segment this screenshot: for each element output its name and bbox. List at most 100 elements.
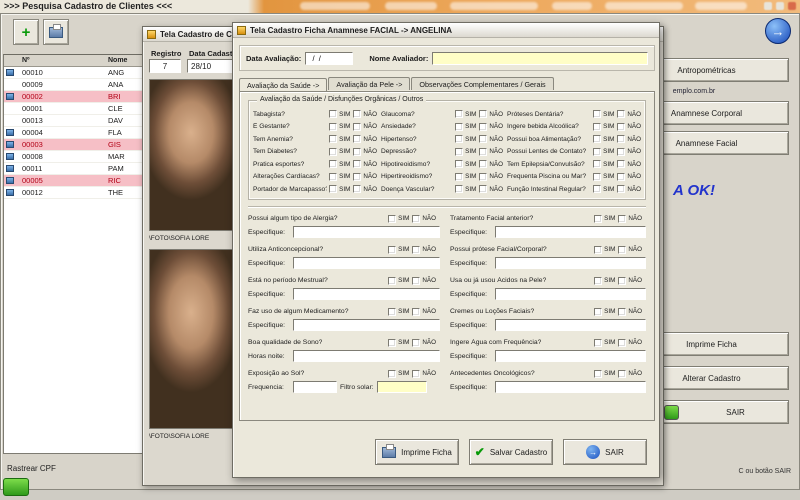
sim-checkbox[interactable] xyxy=(455,185,463,193)
sim-option: SIM xyxy=(455,135,476,143)
tab-2[interactable]: Avaliação da Pele -> xyxy=(328,77,410,90)
nao-checkbox[interactable] xyxy=(412,370,420,378)
sim-label: SIM xyxy=(339,148,350,155)
nao-checkbox[interactable] xyxy=(479,148,487,156)
field-input[interactable] xyxy=(293,319,440,331)
imprime-ficha-dialog-button[interactable]: Imprime Ficha xyxy=(375,439,459,465)
nao-checkbox[interactable] xyxy=(617,123,625,131)
sim-checkbox[interactable] xyxy=(388,215,396,223)
nao-checkbox[interactable] xyxy=(412,215,420,223)
sim-checkbox[interactable] xyxy=(594,246,602,254)
print-list-button[interactable] xyxy=(43,19,69,45)
sim-checkbox[interactable] xyxy=(594,308,602,316)
nao-checkbox[interactable] xyxy=(618,246,626,254)
nao-checkbox[interactable] xyxy=(618,308,626,316)
sim-checkbox[interactable] xyxy=(593,123,601,131)
nao-checkbox[interactable] xyxy=(479,110,487,118)
nao-checkbox[interactable] xyxy=(479,135,487,143)
sair-app-button[interactable]: SAIR xyxy=(657,400,789,424)
sair-dialog-button[interactable]: → SAIR xyxy=(563,439,647,465)
nao-checkbox[interactable] xyxy=(617,173,625,181)
nao-checkbox[interactable] xyxy=(353,173,361,181)
nao-checkbox[interactable] xyxy=(353,135,361,143)
nao-checkbox[interactable] xyxy=(412,339,420,347)
data-avaliacao-input[interactable] xyxy=(305,52,353,65)
anamnese-titlebar[interactable]: Tela Cadastro Ficha Anamnese FACIAL -> A… xyxy=(233,23,659,38)
sim-checkbox[interactable] xyxy=(593,110,601,118)
field-input[interactable] xyxy=(495,350,646,362)
sim-checkbox[interactable] xyxy=(593,148,601,156)
nao-checkbox[interactable] xyxy=(412,308,420,316)
field-input[interactable] xyxy=(495,381,646,393)
sim-checkbox[interactable] xyxy=(455,135,463,143)
field-input[interactable] xyxy=(495,319,646,331)
nao-checkbox[interactable] xyxy=(479,185,487,193)
sim-checkbox[interactable] xyxy=(593,135,601,143)
sim-checkbox[interactable] xyxy=(329,123,337,131)
nao-checkbox[interactable] xyxy=(618,370,626,378)
sim-checkbox[interactable] xyxy=(388,246,396,254)
filtro-solar-input[interactable] xyxy=(377,381,427,393)
salvar-cadastro-button[interactable]: ✔ Salvar Cadastro xyxy=(469,439,553,465)
sim-checkbox[interactable] xyxy=(594,370,602,378)
tab-1[interactable]: Avaliação da Saúde -> xyxy=(239,78,327,91)
sim-checkbox[interactable] xyxy=(455,148,463,156)
sim-checkbox[interactable] xyxy=(455,110,463,118)
nao-checkbox[interactable] xyxy=(353,185,361,193)
nao-checkbox[interactable] xyxy=(353,110,361,118)
nome-avaliador-input[interactable] xyxy=(432,52,648,65)
nao-checkbox[interactable] xyxy=(353,148,361,156)
nao-checkbox[interactable] xyxy=(617,148,625,156)
sim-checkbox[interactable] xyxy=(593,173,601,181)
nao-checkbox[interactable] xyxy=(618,339,626,347)
nao-checkbox[interactable] xyxy=(617,110,625,118)
field-input[interactable] xyxy=(293,226,440,238)
nao-checkbox[interactable] xyxy=(412,246,420,254)
sim-checkbox[interactable] xyxy=(329,148,337,156)
tab-3[interactable]: Observações Complementares / Gerais xyxy=(411,77,553,90)
field-input[interactable] xyxy=(293,257,440,269)
sim-option: SIM xyxy=(388,370,409,378)
sim-checkbox[interactable] xyxy=(593,160,601,168)
sim-checkbox[interactable] xyxy=(329,173,337,181)
nao-checkbox[interactable] xyxy=(479,160,487,168)
sim-checkbox[interactable] xyxy=(593,185,601,193)
field-input[interactable] xyxy=(293,350,440,362)
sim-checkbox[interactable] xyxy=(455,160,463,168)
sim-checkbox[interactable] xyxy=(329,160,337,168)
field-row: Especifique: xyxy=(450,318,646,332)
nao-checkbox[interactable] xyxy=(353,123,361,131)
nao-checkbox[interactable] xyxy=(618,215,626,223)
nao-checkbox[interactable] xyxy=(412,277,420,285)
nao-checkbox[interactable] xyxy=(617,185,625,193)
sim-checkbox[interactable] xyxy=(594,277,602,285)
field-input[interactable] xyxy=(293,288,440,300)
nao-checkbox[interactable] xyxy=(618,277,626,285)
sim-checkbox[interactable] xyxy=(329,110,337,118)
sim-checkbox[interactable] xyxy=(329,185,337,193)
field-input[interactable] xyxy=(495,257,646,269)
field-input[interactable] xyxy=(495,288,646,300)
field-input[interactable] xyxy=(495,226,646,238)
sim-checkbox[interactable] xyxy=(594,215,602,223)
question-block: Boa qualidade de Sono?SIMNÃOHoras noite: xyxy=(248,336,440,363)
green-action-button[interactable] xyxy=(3,478,29,496)
sim-checkbox[interactable] xyxy=(455,173,463,181)
nao-checkbox[interactable] xyxy=(617,160,625,168)
field-input[interactable] xyxy=(293,381,337,393)
nao-checkbox[interactable] xyxy=(353,160,361,168)
sim-checkbox[interactable] xyxy=(594,339,602,347)
sim-checkbox[interactable] xyxy=(388,277,396,285)
sim-checkbox[interactable] xyxy=(388,370,396,378)
sim-checkbox[interactable] xyxy=(388,308,396,316)
sim-checkbox[interactable] xyxy=(455,123,463,131)
sim-checkbox[interactable] xyxy=(329,135,337,143)
nao-label: NÃO xyxy=(627,161,641,168)
add-client-button[interactable]: + xyxy=(13,19,39,45)
nao-checkbox[interactable] xyxy=(617,135,625,143)
back-button[interactable]: → xyxy=(765,18,791,44)
nao-checkbox[interactable] xyxy=(479,173,487,181)
number-column-header: Nº xyxy=(18,57,106,64)
sim-checkbox[interactable] xyxy=(388,339,396,347)
nao-checkbox[interactable] xyxy=(479,123,487,131)
